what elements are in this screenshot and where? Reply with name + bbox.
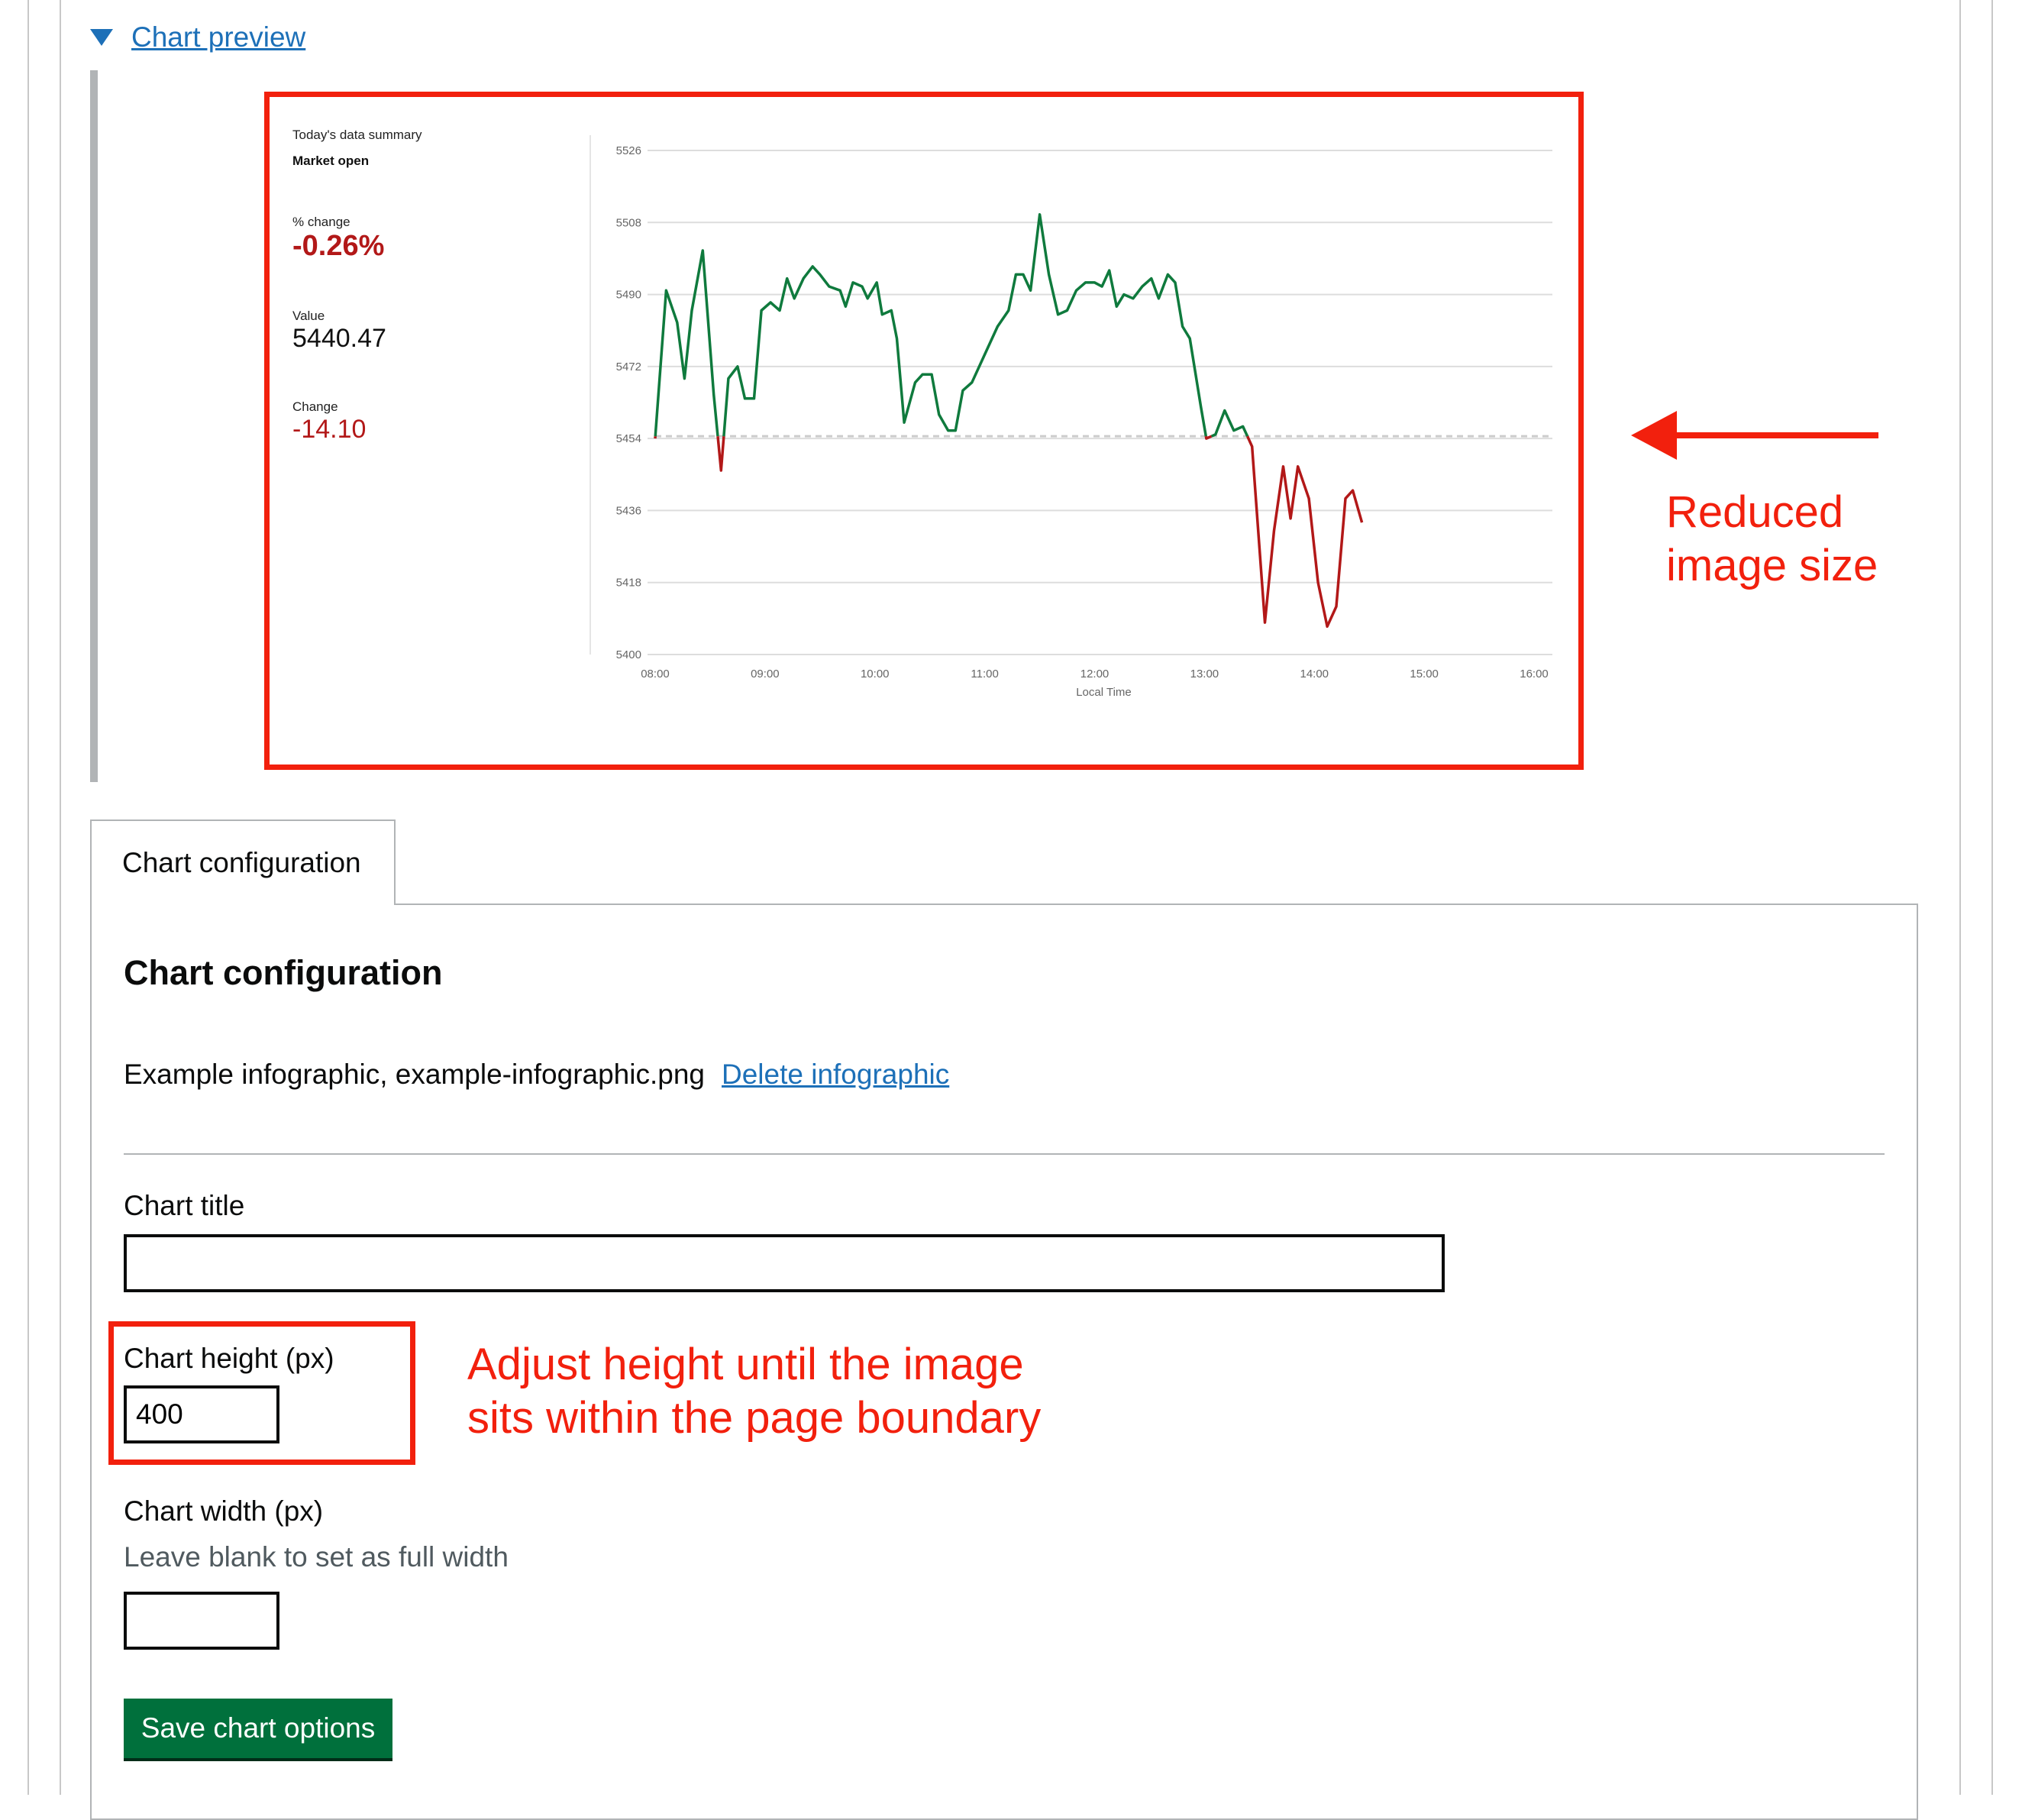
page-frame-left [27, 0, 29, 1795]
y-tick-label: 5490 [616, 289, 641, 302]
chart-preview-label: Chart preview [131, 21, 305, 53]
chart-width-input[interactable] [124, 1592, 279, 1650]
page-frame-inner-right [1959, 0, 1961, 1795]
section-divider [124, 1153, 1885, 1155]
x-tick-label: 11:00 [971, 668, 998, 680]
chart-width-label: Chart width (px) [124, 1495, 323, 1527]
chart-title-input[interactable] [124, 1234, 1445, 1292]
annotation-arrow-icon [1626, 405, 1886, 466]
delete-infographic-link[interactable]: Delete infographic [722, 1059, 949, 1091]
x-axis-label: Local Time [1076, 686, 1132, 699]
y-tick-label: 5526 [616, 144, 641, 157]
chart-height-input[interactable] [124, 1385, 279, 1443]
line-chart: 5526 5508 5490 5472 5454 5436 5418 540008:00 09:… [270, 97, 1578, 765]
page-frame-right [1991, 0, 1993, 1795]
chart-preview-toggle[interactable]: Chart preview [90, 21, 305, 53]
series-line-below [718, 436, 724, 470]
annotation-adjust-height: Adjust height until the image sits withi… [467, 1338, 1041, 1445]
series-line-above [1212, 411, 1248, 437]
annotation-adjust-line2: sits within the page boundary [467, 1392, 1041, 1445]
chart-preview-image: Today's data summary Market open % chang… [264, 92, 1584, 770]
triangle-down-icon [90, 29, 113, 46]
series-line-above [655, 251, 718, 436]
y-tick-label: 5436 [616, 504, 641, 517]
x-tick-label: 15:00 [1410, 668, 1439, 680]
y-tick-label: 5472 [616, 360, 641, 373]
annotation-reduced-line1: Reduced [1666, 486, 1941, 539]
y-tick-label: 5418 [616, 577, 641, 590]
x-tick-label: 12:00 [1080, 668, 1110, 680]
details-border-bar [90, 70, 98, 782]
chart-title-label: Chart title [124, 1190, 244, 1222]
x-tick-label: 13:00 [1190, 668, 1219, 680]
y-tick-label: 5400 [616, 648, 641, 661]
x-tick-label: 09:00 [751, 668, 780, 680]
page-frame-inner-left [60, 0, 61, 1795]
y-tick-label: 5508 [616, 216, 641, 229]
y-tick-label: 5454 [616, 432, 641, 445]
series-line-below [1248, 436, 1362, 626]
annotation-reduced-image-size: Reduced image size [1666, 486, 1941, 593]
series-line-above [724, 215, 1206, 436]
x-tick-label: 14:00 [1300, 668, 1329, 680]
infographic-row: Example infographic, example-infographic… [124, 1059, 949, 1091]
chart-width-hint: Leave blank to set as full width [124, 1541, 509, 1573]
save-chart-options-button[interactable]: Save chart options [124, 1699, 392, 1758]
tab-chart-configuration[interactable]: Chart configuration [90, 819, 396, 905]
annotation-reduced-line2: image size [1666, 539, 1941, 593]
annotation-adjust-line1: Adjust height until the image [467, 1338, 1041, 1392]
x-tick-label: 08:00 [641, 668, 670, 680]
x-tick-label: 10:00 [861, 668, 890, 680]
infographic-text: Example infographic, example-infographic… [124, 1059, 705, 1091]
config-heading: Chart configuration [124, 953, 442, 993]
x-tick-label: 16:00 [1520, 668, 1549, 680]
chart-height-label: Chart height (px) [124, 1343, 334, 1375]
tab-label: Chart configuration [122, 847, 361, 879]
